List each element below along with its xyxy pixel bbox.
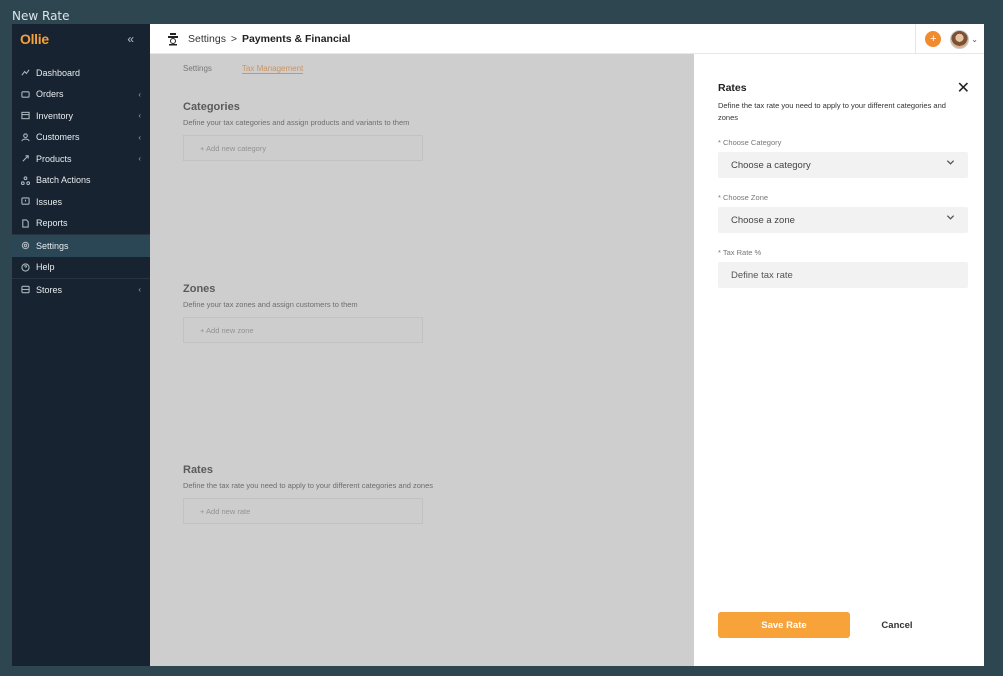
tax-rate-field: [718, 262, 968, 288]
sidebar-item-issues[interactable]: Issues: [12, 191, 150, 213]
chevron-left-icon: ‹: [138, 132, 141, 142]
app-window: Ollie « Dashboard Orders ‹ Inventory ‹ Custom…: [12, 24, 984, 666]
cancel-button[interactable]: Cancel: [870, 612, 924, 638]
sidebar-item-label: Help: [36, 262, 55, 273]
category-select[interactable]: Choose a category: [718, 152, 968, 178]
category-label: * Choose Category: [718, 138, 782, 147]
tax-rate-label: * Tax Rate %: [718, 248, 762, 257]
close-icon[interactable]: ✕: [957, 78, 970, 98]
stores-icon: [20, 285, 30, 295]
zone-label: * Choose Zone: [718, 193, 769, 202]
top-right-actions: + ⌄: [915, 24, 978, 54]
sidebar-item-label: Batch Actions: [36, 175, 91, 186]
breadcrumb-separator: >: [230, 32, 238, 45]
sidebar-header: Ollie «: [12, 24, 150, 54]
sidebar-item-inventory[interactable]: Inventory ‹: [12, 105, 150, 127]
products-icon: [20, 154, 30, 164]
orders-icon: [20, 89, 30, 99]
breadcrumb-settings[interactable]: Settings: [188, 33, 226, 45]
breadcrumb: Settings > Payments & Financial: [188, 33, 350, 45]
zone-select-value: Choose a zone: [731, 214, 795, 226]
issues-icon: [20, 197, 30, 207]
sidebar-item-label: Stores: [36, 284, 63, 295]
chevron-down-icon: [946, 213, 955, 225]
sidebar-item-customers[interactable]: Customers ‹: [12, 127, 150, 149]
store-logo-icon: [168, 32, 178, 45]
sidebar-item-stores[interactable]: Stores ‹: [12, 279, 150, 301]
sidebar-item-label: Issues: [36, 196, 63, 207]
gear-icon: [20, 241, 30, 251]
sidebar-item-label: Dashboard: [36, 67, 81, 78]
sidebar-item-dashboard[interactable]: Dashboard: [12, 62, 150, 84]
window-title: New Rate: [12, 9, 70, 23]
sidebar-item-label: Inventory: [36, 110, 74, 121]
sidebar-item-label: Settings: [36, 240, 69, 251]
toolbar-divider: [915, 24, 917, 54]
zone-select[interactable]: Choose a zone: [718, 207, 968, 233]
avatar[interactable]: [950, 29, 970, 49]
sidebar-item-label: Orders: [36, 89, 64, 100]
chevron-left-icon: ‹: [138, 285, 141, 295]
sidebar-nav: Dashboard Orders ‹ Inventory ‹ Customers ‹ Prod…: [12, 62, 150, 301]
rates-panel: Rates ✕ Define the tax rate you need to …: [694, 54, 984, 666]
sidebar-item-products[interactable]: Products ‹: [12, 148, 150, 170]
save-rate-button[interactable]: Save Rate: [718, 612, 850, 638]
sidebar-item-label: Products: [36, 153, 72, 164]
panel-description: Define the tax rate you need to apply to…: [718, 101, 946, 122]
sidebar-item-help[interactable]: Help: [12, 257, 150, 279]
batch-icon: [20, 175, 30, 185]
sidebar-item-reports[interactable]: Reports: [12, 213, 150, 235]
dashboard-icon: [20, 68, 30, 78]
sidebar-item-settings[interactable]: Settings: [12, 235, 150, 257]
brand-logo[interactable]: Ollie: [20, 31, 49, 47]
chevron-left-icon: ‹: [138, 154, 141, 164]
tax-rate-input[interactable]: [731, 269, 951, 281]
sidebar: Ollie « Dashboard Orders ‹ Inventory ‹ Custom…: [12, 24, 150, 666]
help-icon: [20, 262, 30, 272]
chevron-down-icon: [946, 158, 955, 170]
inventory-icon: [20, 111, 30, 121]
sidebar-item-label: Reports: [36, 218, 68, 229]
customers-icon: [20, 132, 30, 142]
sidebar-item-label: Customers: [36, 132, 80, 143]
chevron-left-icon: ‹: [138, 111, 141, 121]
sidebar-item-batch-actions[interactable]: Batch Actions: [12, 170, 150, 192]
modal-backdrop[interactable]: [150, 54, 694, 666]
breadcrumb-current: Payments & Financial: [241, 32, 351, 45]
chevron-left-icon: ‹: [138, 89, 141, 99]
panel-title: Rates: [718, 82, 747, 94]
category-select-value: Choose a category: [731, 159, 811, 171]
top-bar: Settings > Payments & Financial + ⌄: [150, 24, 984, 54]
reports-icon: [20, 218, 30, 228]
add-button[interactable]: +: [925, 31, 942, 47]
collapse-sidebar-icon[interactable]: «: [127, 32, 134, 46]
sidebar-item-orders[interactable]: Orders ‹: [12, 84, 150, 106]
chevron-down-icon[interactable]: ⌄: [971, 35, 978, 44]
